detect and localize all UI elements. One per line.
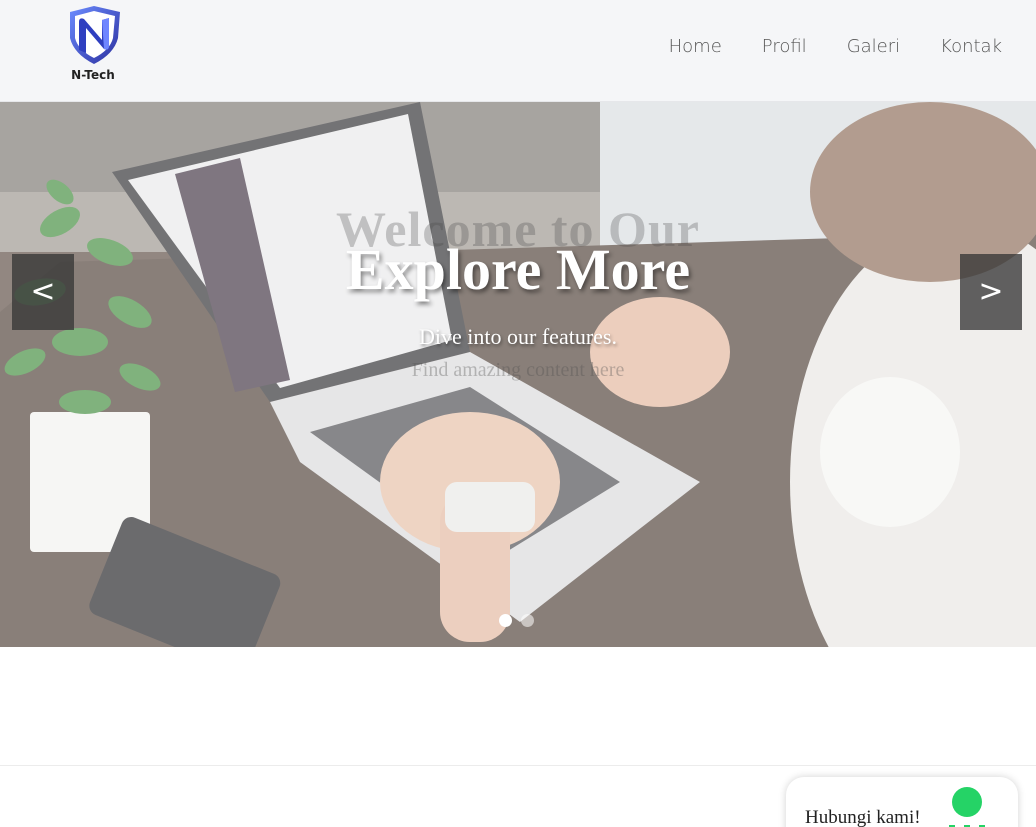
whatsapp-icon-detail bbox=[949, 825, 985, 827]
nav-profil[interactable]: Profil bbox=[762, 36, 807, 57]
nav-galeri[interactable]: Galeri bbox=[847, 36, 900, 57]
brand-logo[interactable]: N-Tech bbox=[64, 6, 126, 86]
n-shield-logo-icon bbox=[70, 6, 120, 64]
slider-dot-2[interactable] bbox=[521, 614, 534, 627]
brand-name: N-Tech bbox=[71, 68, 115, 82]
slider-dots bbox=[499, 614, 534, 627]
slider-next-button[interactable]: > bbox=[960, 254, 1022, 330]
slider-dot-1[interactable] bbox=[499, 614, 512, 627]
nav-kontak[interactable]: Kontak bbox=[940, 36, 1002, 57]
contact-whatsapp-button[interactable]: Hubungi kami! bbox=[786, 777, 1018, 827]
slide-title: Explore More bbox=[345, 237, 691, 302]
slider-prev-button[interactable]: < bbox=[12, 254, 74, 330]
section-divider bbox=[0, 765, 1036, 766]
site-header: N-Tech Home Profil Galeri Kontak bbox=[0, 0, 1036, 102]
previous-slide-subtitle: Find amazing content here bbox=[411, 359, 625, 381]
slide-subtitle: Dive into our features. bbox=[419, 324, 617, 349]
main-nav: Home Profil Galeri Kontak bbox=[669, 36, 1002, 57]
contact-label: Hubungi kami! bbox=[805, 807, 921, 827]
hero-slider: Welcome to Our Find amazing content here… bbox=[0, 102, 1036, 647]
nav-home[interactable]: Home bbox=[669, 36, 722, 57]
whatsapp-icon bbox=[952, 787, 982, 817]
